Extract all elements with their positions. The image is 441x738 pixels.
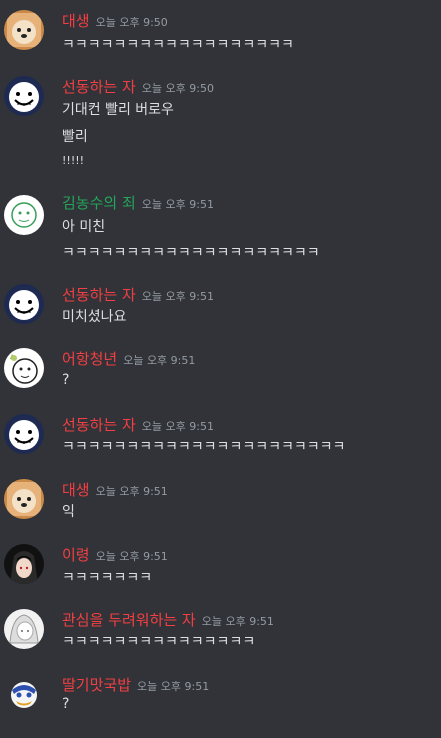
cartoon-face-avatar[interactable] — [4, 414, 44, 454]
dog-avatar[interactable] — [4, 10, 44, 50]
author-name[interactable]: 대생 — [62, 12, 90, 30]
message-header: 선동하는 자 오늘 오후 9:51 — [62, 284, 214, 305]
chat-log: { "messages": [ {"author":"대생","time":"오… — [0, 0, 441, 738]
message-header: 김농수의 죄 오늘 오후 9:51 — [62, 192, 214, 213]
cartoon-face-avatar[interactable] — [4, 76, 44, 116]
message-text: !!!!! — [62, 154, 85, 167]
message-text: ? — [62, 696, 70, 712]
timestamp: 오늘 오후 9:51 — [141, 420, 214, 433]
cartoon-face-avatar[interactable] — [4, 284, 44, 324]
message-header: 대생 오늘 오후 9:50 — [62, 10, 168, 31]
author-name[interactable]: 이령 — [62, 546, 90, 564]
white-hair-avatar[interactable] — [4, 609, 44, 649]
doodle-avatar[interactable] — [4, 348, 44, 388]
message-header: 선동하는 자 오늘 오후 9:51 — [62, 414, 214, 435]
message-text: 아 미친 — [62, 219, 106, 235]
timestamp: 오늘 오후 9:51 — [137, 680, 210, 693]
message-header: 선동하는 자 오늘 오후 9:50 — [62, 76, 214, 97]
timestamp: 오늘 오후 9:51 — [141, 198, 214, 211]
author-name[interactable]: 김농수의 죄 — [62, 194, 136, 212]
message-text: 익 — [62, 504, 75, 520]
message-text: ㅋㅋㅋㅋㅋㅋㅋㅋㅋㅋㅋㅋㅋㅋㅋ — [62, 634, 256, 650]
author-name[interactable]: 선동하는 자 — [62, 78, 136, 96]
message-text: ㅋㅋㅋㅋㅋㅋㅋㅋㅋㅋㅋㅋㅋㅋㅋㅋㅋㅋ — [62, 37, 294, 53]
dark-hair-avatar[interactable] — [4, 544, 44, 584]
timestamp: 오늘 오후 9:51 — [123, 354, 196, 367]
timestamp: 오늘 오후 9:51 — [201, 615, 274, 628]
message-text: ㅋㅋㅋㅋㅋㅋㅋ — [62, 570, 153, 586]
timestamp: 오늘 오후 9:50 — [95, 16, 168, 29]
author-name[interactable]: 선동하는 자 — [62, 416, 136, 434]
message-header: 대생 오늘 오후 9:51 — [62, 479, 168, 500]
author-name[interactable]: 어항청년 — [62, 350, 117, 368]
timestamp: 오늘 오후 9:51 — [95, 550, 168, 563]
author-name[interactable]: 선동하는 자 — [62, 286, 136, 304]
author-name[interactable]: 딸기맛국밥 — [62, 676, 131, 694]
message-header: 이령 오늘 오후 9:51 — [62, 544, 168, 565]
mascot-avatar[interactable] — [4, 674, 44, 714]
message-header: 관심을 두려워하는 자 오늘 오후 9:51 — [62, 609, 274, 630]
timestamp: 오늘 오후 9:51 — [95, 485, 168, 498]
message-text: 기대컨 빨리 버로우 — [62, 102, 174, 118]
author-name[interactable]: 관심을 두려워하는 자 — [62, 611, 196, 629]
timestamp: 오늘 오후 9:51 — [141, 290, 214, 303]
author-name[interactable]: 대생 — [62, 481, 90, 499]
message-header: 어항청년 오늘 오후 9:51 — [62, 348, 195, 369]
green-sketch-avatar[interactable] — [4, 195, 44, 235]
timestamp: 오늘 오후 9:50 — [141, 82, 214, 95]
dog-avatar[interactable] — [4, 479, 44, 519]
message-text: 미치셨나요 — [62, 309, 127, 325]
message-text: ? — [62, 372, 70, 388]
message-text: 빨리 — [62, 129, 88, 145]
message-text: ㅋㅋㅋㅋㅋㅋㅋㅋㅋㅋㅋㅋㅋㅋㅋㅋㅋㅋㅋㅋㅋㅋ — [62, 439, 346, 455]
message-header: 딸기맛국밥 오늘 오후 9:51 — [62, 674, 209, 695]
message-text: ㅋㅋㅋㅋㅋㅋㅋㅋㅋㅋㅋㅋㅋㅋㅋㅋㅋㅋㅋㅋ — [62, 245, 320, 261]
